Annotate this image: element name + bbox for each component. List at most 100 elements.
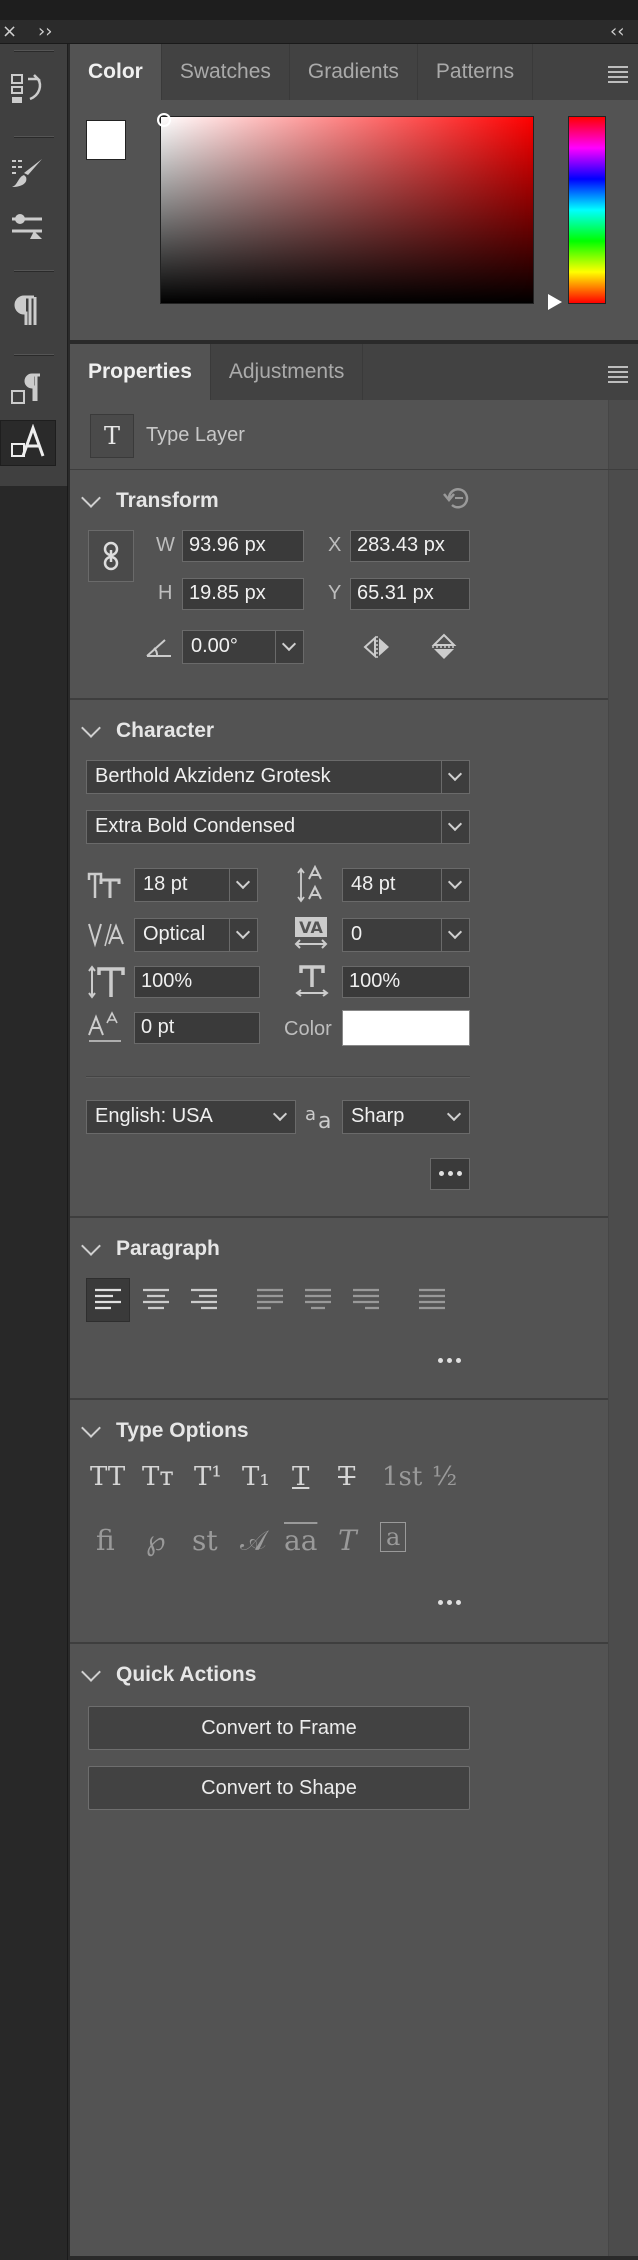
flip-vertical-icon[interactable] bbox=[428, 630, 460, 664]
panel-menu-icon[interactable] bbox=[608, 366, 628, 386]
stylistic-alternates-icon[interactable]: aa bbox=[284, 1524, 317, 1557]
all-caps-icon[interactable]: TT bbox=[90, 1462, 125, 1492]
color-field[interactable] bbox=[157, 113, 534, 304]
transform-section: Transform W 93.96 px X 283.43 px H 19.85… bbox=[70, 470, 608, 700]
character-styles-button[interactable] bbox=[0, 420, 56, 466]
history-icon bbox=[11, 74, 42, 103]
close-icon[interactable]: × bbox=[2, 21, 17, 42]
history-brush-button[interactable] bbox=[0, 66, 54, 110]
toolbar-grip[interactable] bbox=[14, 50, 54, 52]
justify-right-icon bbox=[353, 1288, 379, 1310]
underline-icon[interactable]: T bbox=[292, 1462, 309, 1492]
link-dimensions-button[interactable] bbox=[88, 530, 134, 582]
toolbar-separator bbox=[14, 354, 54, 356]
chevron-down-icon bbox=[81, 718, 101, 738]
tab-patterns[interactable]: Patterns bbox=[418, 44, 534, 100]
layer-kind-row: T Type Layer bbox=[70, 400, 638, 470]
adjust-button[interactable] bbox=[0, 204, 54, 248]
character-more-options-button[interactable] bbox=[430, 1158, 470, 1190]
foreground-color-swatch[interactable] bbox=[86, 120, 126, 160]
paragraph-header[interactable]: Paragraph bbox=[81, 1236, 220, 1262]
small-caps-icon[interactable]: Tт bbox=[142, 1462, 174, 1492]
font-size-dropdown[interactable]: 18 pt bbox=[134, 868, 258, 902]
leading-dropdown[interactable]: 48 pt bbox=[342, 868, 470, 902]
subscript-icon[interactable]: T₁ bbox=[242, 1462, 270, 1492]
language-dropdown[interactable]: English: USA bbox=[86, 1100, 296, 1134]
discretionary-ligatures-icon[interactable]: st bbox=[192, 1524, 218, 1557]
y-position-input[interactable]: 65.31 px bbox=[350, 578, 470, 610]
fractions-icon[interactable]: ½ bbox=[432, 1462, 457, 1492]
justify-left-button[interactable] bbox=[248, 1278, 292, 1322]
font-family-value: Berthold Akzidenz Grotesk bbox=[95, 765, 331, 787]
character-header[interactable]: Character bbox=[81, 718, 214, 744]
flip-horizontal-icon[interactable] bbox=[360, 632, 394, 662]
font-style-value: Extra Bold Condensed bbox=[95, 815, 296, 837]
antialias-value: Sharp bbox=[351, 1105, 405, 1127]
hue-slider[interactable] bbox=[568, 116, 606, 304]
rotation-angle-dropdown[interactable]: 0.00° bbox=[182, 630, 304, 664]
language-value: English: USA bbox=[95, 1105, 213, 1127]
tab-swatches[interactable]: Swatches bbox=[162, 44, 290, 100]
type-options-header[interactable]: Type Options bbox=[81, 1418, 249, 1444]
contextual-alternates-icon[interactable]: ℘ bbox=[146, 1524, 166, 1557]
title-bar bbox=[0, 0, 638, 20]
convert-to-shape-button[interactable]: Convert to Shape bbox=[88, 1766, 470, 1810]
type-options-more-icon[interactable] bbox=[438, 1600, 461, 1605]
vertical-scale-input[interactable]: 100% bbox=[134, 966, 260, 998]
color-field-picker[interactable] bbox=[157, 113, 171, 127]
properties-panel-tabs: Properties Adjustments bbox=[70, 344, 638, 400]
paragraph-panel-button[interactable] bbox=[0, 288, 54, 332]
brush-settings-button[interactable] bbox=[0, 150, 54, 194]
justify-left-icon bbox=[257, 1288, 283, 1310]
brush-icon bbox=[12, 159, 42, 187]
tracking-dropdown[interactable]: 0 bbox=[342, 918, 470, 952]
paragraph-styles-button[interactable] bbox=[0, 368, 54, 412]
font-style-dropdown[interactable]: Extra Bold Condensed bbox=[86, 810, 470, 844]
ligatures-icon[interactable]: ﬁ bbox=[96, 1524, 115, 1557]
justify-right-button[interactable] bbox=[344, 1278, 388, 1322]
height-input[interactable]: 19.85 px bbox=[182, 578, 304, 610]
x-position-input[interactable]: 283.43 px bbox=[350, 530, 470, 562]
x-label: X bbox=[328, 534, 342, 556]
font-family-dropdown[interactable]: Berthold Akzidenz Grotesk bbox=[86, 760, 470, 794]
color-label: Color bbox=[284, 1018, 332, 1040]
transform-header[interactable]: Transform bbox=[81, 488, 219, 514]
swash-icon[interactable]: 𝒜 bbox=[240, 1524, 267, 1558]
reset-transform-icon[interactable] bbox=[440, 484, 474, 514]
convert-to-frame-button[interactable]: Convert to Frame bbox=[88, 1706, 470, 1750]
align-right-button[interactable] bbox=[182, 1278, 226, 1322]
panel-scrollbar[interactable] bbox=[608, 400, 638, 2256]
align-left-button[interactable] bbox=[86, 1278, 130, 1322]
tab-adjustments[interactable]: Adjustments bbox=[211, 344, 364, 400]
layer-kind-label: Type Layer bbox=[146, 424, 245, 446]
titling-alternates-icon[interactable]: T bbox=[338, 1524, 357, 1557]
tracking-icon: VA bbox=[292, 914, 330, 952]
y-label: Y bbox=[328, 582, 342, 604]
properties-panel: Properties Adjustments T Type Layer Tran… bbox=[70, 344, 638, 2256]
horizontal-scale-input[interactable]: 100% bbox=[342, 966, 470, 998]
align-center-button[interactable] bbox=[134, 1278, 178, 1322]
text-color-swatch[interactable] bbox=[342, 1010, 470, 1046]
justify-center-button[interactable] bbox=[296, 1278, 340, 1322]
ordinals-icon[interactable]: 1st bbox=[382, 1462, 422, 1492]
tab-gradients[interactable]: Gradients bbox=[290, 44, 418, 100]
width-input[interactable]: 93.96 px bbox=[182, 530, 304, 562]
antialias-dropdown[interactable]: Sharp bbox=[342, 1100, 470, 1134]
superscript-icon[interactable]: T¹ bbox=[194, 1462, 222, 1492]
hue-slider-handle[interactable] bbox=[548, 294, 562, 310]
paragraph-more-icon[interactable] bbox=[438, 1358, 461, 1363]
kerning-dropdown[interactable]: Optical bbox=[134, 918, 258, 952]
collapse-toolbar-icon[interactable]: ›› bbox=[38, 21, 52, 42]
strikethrough-icon[interactable]: T bbox=[338, 1462, 355, 1492]
ornaments-icon[interactable]: a bbox=[380, 1522, 407, 1552]
leading-icon bbox=[294, 864, 330, 904]
justify-all-button[interactable] bbox=[410, 1278, 454, 1322]
expand-panels-icon[interactable]: ‹‹ bbox=[610, 21, 624, 42]
rotation-angle-value: 0.00° bbox=[191, 635, 238, 657]
tab-properties[interactable]: Properties bbox=[70, 344, 211, 400]
quick-actions-header[interactable]: Quick Actions bbox=[81, 1662, 256, 1688]
panel-toolbar bbox=[0, 44, 68, 486]
baseline-shift-input[interactable]: 0 pt bbox=[134, 1012, 260, 1044]
section-title: Type Options bbox=[116, 1419, 249, 1442]
panel-menu-icon[interactable] bbox=[608, 66, 628, 86]
